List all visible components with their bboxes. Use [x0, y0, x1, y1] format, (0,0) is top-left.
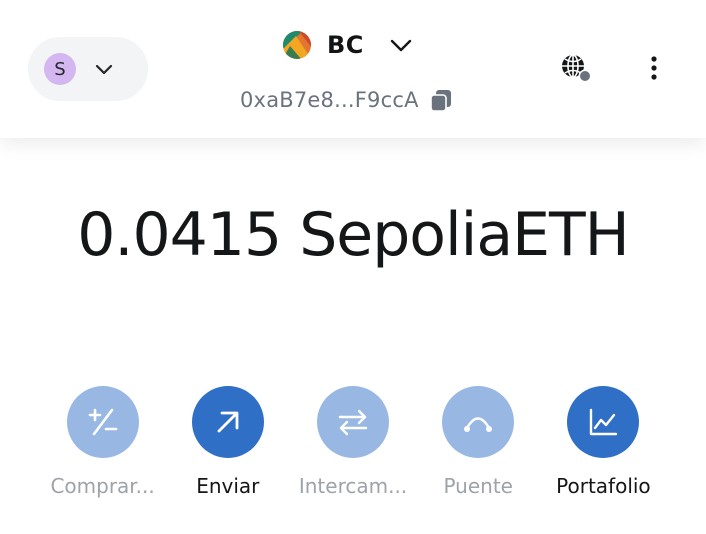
chevron-down-icon: [95, 64, 113, 75]
kebab-menu-icon: [651, 56, 657, 80]
portfolio-button[interactable]: Portafolio: [541, 386, 666, 516]
wallet-screen: S BC 0xaB7e8...F9ccA 0.0415 SepoliaETH C…: [0, 0, 706, 534]
more-options-button[interactable]: [640, 50, 668, 90]
account-name: BC: [327, 31, 364, 59]
action-buttons: Comprar... Enviar Intercam... Puente Por…: [40, 386, 666, 516]
connected-sites-button[interactable]: [555, 50, 595, 90]
chart-line-icon: [590, 408, 618, 436]
buy-button-label: Comprar...: [50, 474, 155, 498]
send-button-label: Enviar: [196, 474, 260, 498]
balance-amount: 0.0415 SepoliaETH: [77, 200, 630, 270]
swap-button-label: Intercam...: [298, 474, 408, 498]
app-header: S BC 0xaB7e8...F9ccA: [0, 0, 706, 138]
send-button-circle: [191, 386, 264, 458]
swap-arrows-icon: [338, 409, 368, 436]
send-button[interactable]: Enviar: [165, 386, 290, 516]
plus-minus-icon: [88, 408, 117, 436]
bridge-icon: [464, 417, 493, 432]
buy-button-circle: [66, 386, 139, 458]
bridge-button[interactable]: Puente: [416, 386, 541, 516]
globe-icon: [562, 54, 592, 83]
portfolio-button-label: Portafolio: [556, 474, 651, 498]
account-identicon-icon: [283, 31, 311, 59]
network-avatar: S: [44, 53, 76, 85]
network-picker-button[interactable]: S: [28, 37, 148, 101]
portfolio-button-circle: [567, 386, 640, 458]
account-section: BC 0xaB7e8...F9ccA: [230, 22, 480, 122]
swap-button[interactable]: Intercam...: [290, 386, 415, 516]
swap-button-circle: [317, 386, 389, 458]
bridge-button-label: Puente: [443, 474, 513, 498]
bridge-button-circle: [442, 386, 515, 458]
account-picker-button[interactable]: BC: [282, 30, 414, 60]
copy-icon: [429, 90, 451, 112]
chevron-down-icon: [390, 39, 412, 52]
buy-button[interactable]: Comprar...: [40, 386, 165, 516]
account-address: 0xaB7e8...F9ccA: [240, 88, 419, 112]
arrow-up-right-icon: [217, 411, 239, 433]
copy-address-button[interactable]: 0xaB7e8...F9ccA: [240, 88, 453, 112]
